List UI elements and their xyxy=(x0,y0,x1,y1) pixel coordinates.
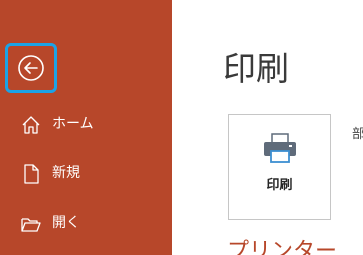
main-panel: 印刷 印刷 部 プリンター xyxy=(172,0,363,255)
printer-section-heading: プリンター xyxy=(227,239,338,255)
copies-label: 部 xyxy=(352,127,363,142)
sidebar-item-home[interactable]: ホーム xyxy=(0,107,172,141)
new-document-icon xyxy=(24,164,39,184)
printer-icon xyxy=(264,133,296,163)
back-arrow-icon xyxy=(18,55,44,81)
backstage-sidebar: ホーム 新規 開く xyxy=(0,0,172,255)
print-button[interactable]: 印刷 xyxy=(228,114,331,220)
sidebar-item-label: 新規 xyxy=(52,165,80,181)
sidebar-item-open[interactable]: 開く xyxy=(0,206,172,240)
back-button[interactable] xyxy=(5,43,57,93)
sidebar-item-label: 開く xyxy=(52,215,80,231)
sidebar-item-label: ホーム xyxy=(52,116,94,132)
print-button-label: 印刷 xyxy=(266,178,293,193)
open-folder-icon xyxy=(21,218,41,232)
page-title: 印刷 xyxy=(223,49,289,88)
sidebar-item-new[interactable]: 新規 xyxy=(0,156,172,190)
home-icon xyxy=(22,116,40,134)
